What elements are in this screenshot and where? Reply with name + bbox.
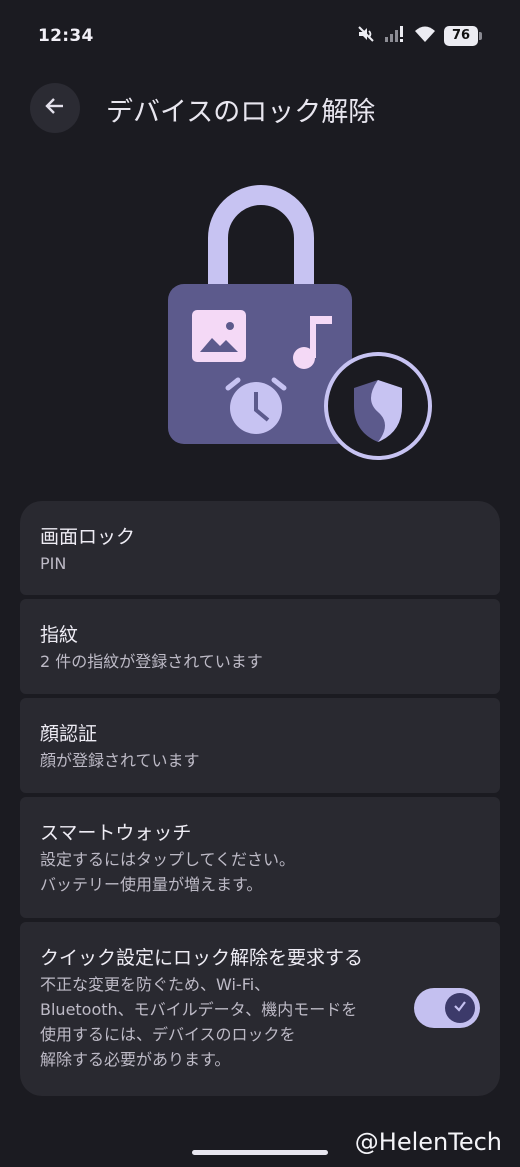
- item-title: 顔認証: [40, 723, 98, 745]
- signal-icon: [384, 25, 406, 47]
- arrow-back-icon: [44, 95, 66, 121]
- wifi-icon: [414, 25, 436, 47]
- home-indicator[interactable]: [192, 1150, 328, 1155]
- app-bar: デバイスのロック解除: [0, 72, 520, 144]
- item-subtitle: 顔が登録されています: [40, 751, 200, 770]
- status-bar: 12:34 76: [0, 0, 520, 72]
- item-subtitle: 不正な変更を防ぐため、Wi-Fi、 Bluetooth、モバイルデータ、機内モー…: [40, 975, 358, 1069]
- battery-icon: 76: [444, 26, 482, 46]
- check-icon: [452, 998, 468, 1018]
- quick-settings-lock-toggle[interactable]: [414, 988, 480, 1028]
- page-title: デバイスのロック解除: [106, 97, 376, 128]
- watermark: @HelenTech: [354, 1128, 502, 1156]
- settings-list: 画面ロック PIN 指紋 2 件の指紋が登録されています 顔認証 顔が登録されて…: [20, 501, 500, 1100]
- hero-illustration: [160, 178, 440, 468]
- fingerprint-item[interactable]: 指紋 2 件の指紋が登録されています: [20, 599, 500, 694]
- item-subtitle: 設定するにはタップしてください。 バッテリー使用量が増えます。: [40, 850, 296, 894]
- screen-lock-item[interactable]: 画面ロック PIN: [20, 501, 500, 595]
- item-subtitle: 2 件の指紋が登録されています: [40, 652, 263, 671]
- toggle-thumb: [445, 993, 475, 1023]
- status-icons: 76: [356, 24, 482, 48]
- quick-settings-lock-item[interactable]: クイック設定にロック解除を要求する 不正な変更を防ぐため、Wi-Fi、 Blue…: [20, 922, 500, 1096]
- item-title: 画面ロック: [40, 526, 136, 548]
- back-button[interactable]: [30, 83, 80, 133]
- smartwatch-item[interactable]: スマートウォッチ 設定するにはタップしてください。 バッテリー使用量が増えます。: [20, 797, 500, 918]
- item-title: スマートウォッチ: [40, 822, 192, 844]
- image-icon: [192, 310, 246, 362]
- status-time: 12:34: [38, 26, 94, 46]
- item-title: クイック設定にロック解除を要求する: [40, 947, 364, 969]
- face-unlock-item[interactable]: 顔認証 顔が登録されています: [20, 698, 500, 793]
- item-title: 指紋: [40, 624, 79, 646]
- shield-icon: [324, 352, 432, 460]
- mute-icon: [356, 24, 376, 48]
- item-subtitle: PIN: [40, 554, 67, 573]
